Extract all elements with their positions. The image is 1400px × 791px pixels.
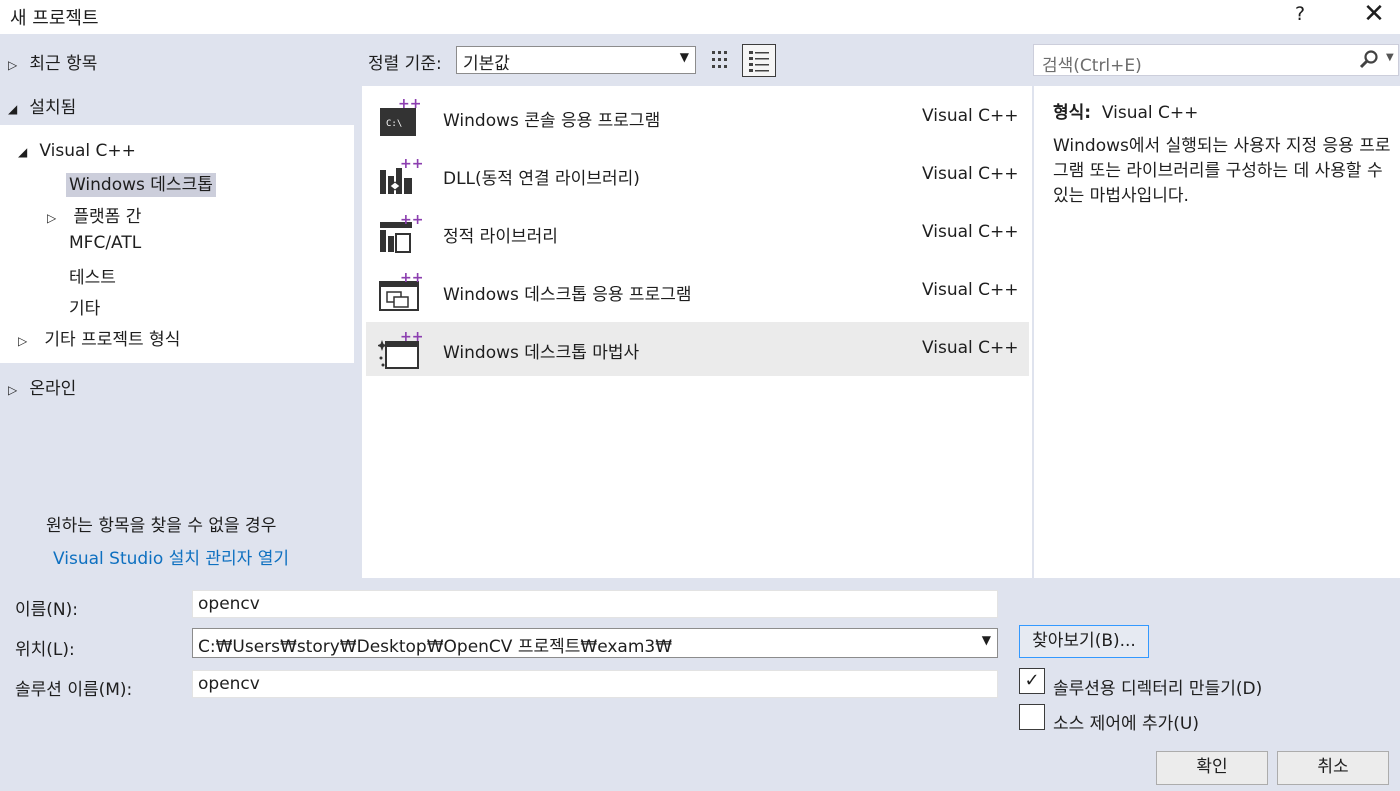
type-value: Visual C++ — [1101, 103, 1199, 123]
name-field[interactable]: opencv — [192, 590, 998, 618]
template-language: Visual C++ — [922, 164, 1019, 184]
dll-icon: ++ — [378, 156, 423, 196]
type-label: 형식: — [1053, 103, 1092, 123]
sort-dropdown[interactable]: 기본값 ▼ — [456, 46, 696, 74]
template-description: 형식: Visual C++ Windows에서 실행되는 사용자 지정 응용 … — [1034, 86, 1400, 578]
tree-item-label: 설치됨 — [29, 98, 77, 118]
description-text: Windows에서 실행되는 사용자 지정 응용 프로그램 또는 라이브러리를 … — [1053, 136, 1391, 206]
search-bar: 검색(Ctrl+E) ▼ — [1032, 34, 1400, 86]
template-name: 정적 라이브러리 — [443, 227, 558, 247]
template-name: Windows 콘솔 응용 프로그램 — [443, 111, 661, 131]
sort-bar: 정렬 기준: 기본값 ▼ — [362, 34, 1032, 86]
tree-item-label: 플랫폼 간 — [73, 207, 142, 227]
template-language: Visual C++ — [922, 222, 1019, 242]
list-view-icon — [749, 51, 769, 72]
help-button[interactable]: ? — [1295, 3, 1305, 25]
browse-button[interactable]: 찾아보기(B)... — [1019, 625, 1149, 658]
tree-item-label: MFC/ATL — [69, 233, 142, 253]
location-label: 위치(L): — [15, 640, 75, 660]
template-item-desktop-wizard[interactable]: ++ Windows 데스크톱 마법사 Visual C++ — [366, 322, 1029, 376]
tree-item-installed[interactable]: ◢ 설치됨 — [8, 93, 76, 118]
create-directory-checkbox[interactable]: ✓ — [1019, 668, 1045, 694]
desktop-wizard-icon: ++ — [376, 329, 423, 370]
template-language: Visual C++ — [922, 280, 1019, 300]
tree-item-mfc-atl[interactable]: MFC/ATL — [69, 233, 141, 253]
tree-item-other[interactable]: 기타 — [69, 294, 100, 319]
grid-view-button[interactable] — [704, 44, 738, 77]
template-item-desktop-app[interactable]: ++ Windows 데스크톱 응용 프로그램 Visual C++ — [366, 264, 1029, 318]
location-value: C:₩Users₩story₩Desktop₩OpenCV 프로젝트₩exam3… — [198, 637, 673, 657]
chevron-down-icon[interactable]: ▼ — [1386, 52, 1394, 63]
template-type: 형식: Visual C++ — [1053, 98, 1198, 123]
svg-text:++: ++ — [400, 272, 422, 286]
tree-item-online[interactable]: ▷ 온라인 — [8, 374, 76, 399]
template-list: C:\ ++ Windows 콘솔 응용 프로그램 Visual C++ ++ … — [362, 86, 1032, 578]
dialog-title: 새 프로젝트 — [10, 8, 99, 29]
tree-item-label: 테스트 — [69, 268, 116, 288]
title-bar: 새 프로젝트 ? ✕ — [0, 0, 1400, 34]
name-label: 이름(N): — [15, 600, 78, 620]
template-language: Visual C++ — [922, 338, 1019, 358]
open-installer-link[interactable]: Visual Studio 설치 관리자 열기 — [53, 544, 289, 569]
source-control-checkbox[interactable] — [1019, 704, 1045, 730]
expand-arrow-icon[interactable]: ▷ — [8, 58, 24, 72]
svg-text:++: ++ — [400, 156, 422, 172]
sort-value: 기본값 — [463, 54, 510, 74]
name-value: opencv — [198, 594, 260, 614]
tree-item-label: 기타 — [69, 299, 101, 319]
create-directory-label: 솔루션용 디렉터리 만들기(D) — [1053, 679, 1263, 699]
not-found-hint: 원하는 항목을 찾을 수 없을 경우 — [46, 516, 277, 536]
tree-item-windows-desktop[interactable]: Windows 데스크톱 — [66, 170, 216, 197]
template-item-dll[interactable]: ++ DLL(동적 연결 라이브러리) Visual C++ — [366, 148, 1029, 202]
expand-arrow-icon[interactable]: ▷ — [47, 211, 63, 225]
chevron-down-icon[interactable]: ▼ — [982, 633, 991, 647]
sort-label: 정렬 기준: — [368, 54, 442, 74]
tree-item-label: 최근 항목 — [29, 54, 98, 74]
search-placeholder: 검색(Ctrl+E) — [1042, 56, 1142, 76]
tree-item-test[interactable]: 테스트 — [69, 263, 116, 288]
grid-view-icon — [712, 51, 727, 68]
source-control-label: 소스 제어에 추가(U) — [1053, 714, 1199, 734]
console-app-icon: C:\ ++ — [378, 96, 422, 138]
svg-text:++: ++ — [400, 330, 422, 345]
tree-item-visual-cpp[interactable]: ◢ Visual C++ — [18, 141, 136, 161]
template-name: Windows 데스크톱 응용 프로그램 — [443, 285, 692, 305]
svg-text:++: ++ — [398, 98, 421, 112]
chevron-down-icon: ▼ — [679, 50, 689, 64]
expand-arrow-icon[interactable]: ▷ — [8, 383, 24, 397]
ok-button[interactable]: 확인 — [1156, 751, 1268, 785]
cancel-button[interactable]: 취소 — [1277, 751, 1389, 785]
template-language: Visual C++ — [922, 106, 1019, 126]
category-panel: ▷ 최근 항목 ◢ 설치됨 ◢ Visual C++ Windows 데스크톱 … — [0, 34, 360, 578]
search-input[interactable]: 검색(Ctrl+E) ▼ — [1033, 44, 1399, 76]
template-name: Windows 데스크톱 마법사 — [443, 343, 640, 363]
close-button[interactable]: ✕ — [1356, 0, 1392, 30]
svg-text:C:\: C:\ — [386, 119, 402, 129]
solution-name-label: 솔루션 이름(M): — [15, 680, 133, 700]
solution-name-value: opencv — [198, 674, 260, 694]
project-form: 이름(N): opencv 위치(L): C:₩Users₩story₩Desk… — [0, 578, 1400, 791]
tree-item-label: 기타 프로젝트 형식 — [44, 330, 181, 350]
tree-item-recent[interactable]: ▷ 최근 항목 — [8, 49, 97, 74]
tree-item-label: 온라인 — [29, 379, 77, 399]
expand-arrow-icon[interactable]: ▷ — [18, 334, 34, 348]
list-view-button[interactable] — [742, 44, 776, 77]
tree-item-cross-platform[interactable]: ▷ 플랫폼 간 — [47, 202, 141, 227]
template-name: DLL(동적 연결 라이브러리) — [443, 169, 640, 189]
svg-text:++: ++ — [400, 214, 422, 228]
tree-item-other-project-types[interactable]: ▷ 기타 프로젝트 형식 — [18, 325, 180, 350]
solution-name-field[interactable]: opencv — [192, 670, 998, 698]
installed-tree: ◢ Visual C++ Windows 데스크톱 ▷ 플랫폼 간 MFC/AT… — [0, 125, 354, 363]
template-item-console[interactable]: C:\ ++ Windows 콘솔 응용 프로그램 Visual C++ — [366, 90, 1029, 144]
location-field[interactable]: C:₩Users₩story₩Desktop₩OpenCV 프로젝트₩exam3… — [192, 628, 998, 658]
desktop-app-icon: ++ — [378, 270, 423, 312]
tree-item-label: Windows 데스크톱 — [66, 173, 216, 197]
tree-item-label: Visual C++ — [39, 141, 136, 161]
static-library-icon: ++ — [378, 212, 423, 254]
collapse-arrow-icon[interactable]: ◢ — [8, 102, 24, 116]
collapse-arrow-icon[interactable]: ◢ — [18, 145, 34, 159]
template-item-static-library[interactable]: ++ 정적 라이브러리 Visual C++ — [366, 206, 1029, 260]
search-icon[interactable] — [1358, 49, 1380, 76]
